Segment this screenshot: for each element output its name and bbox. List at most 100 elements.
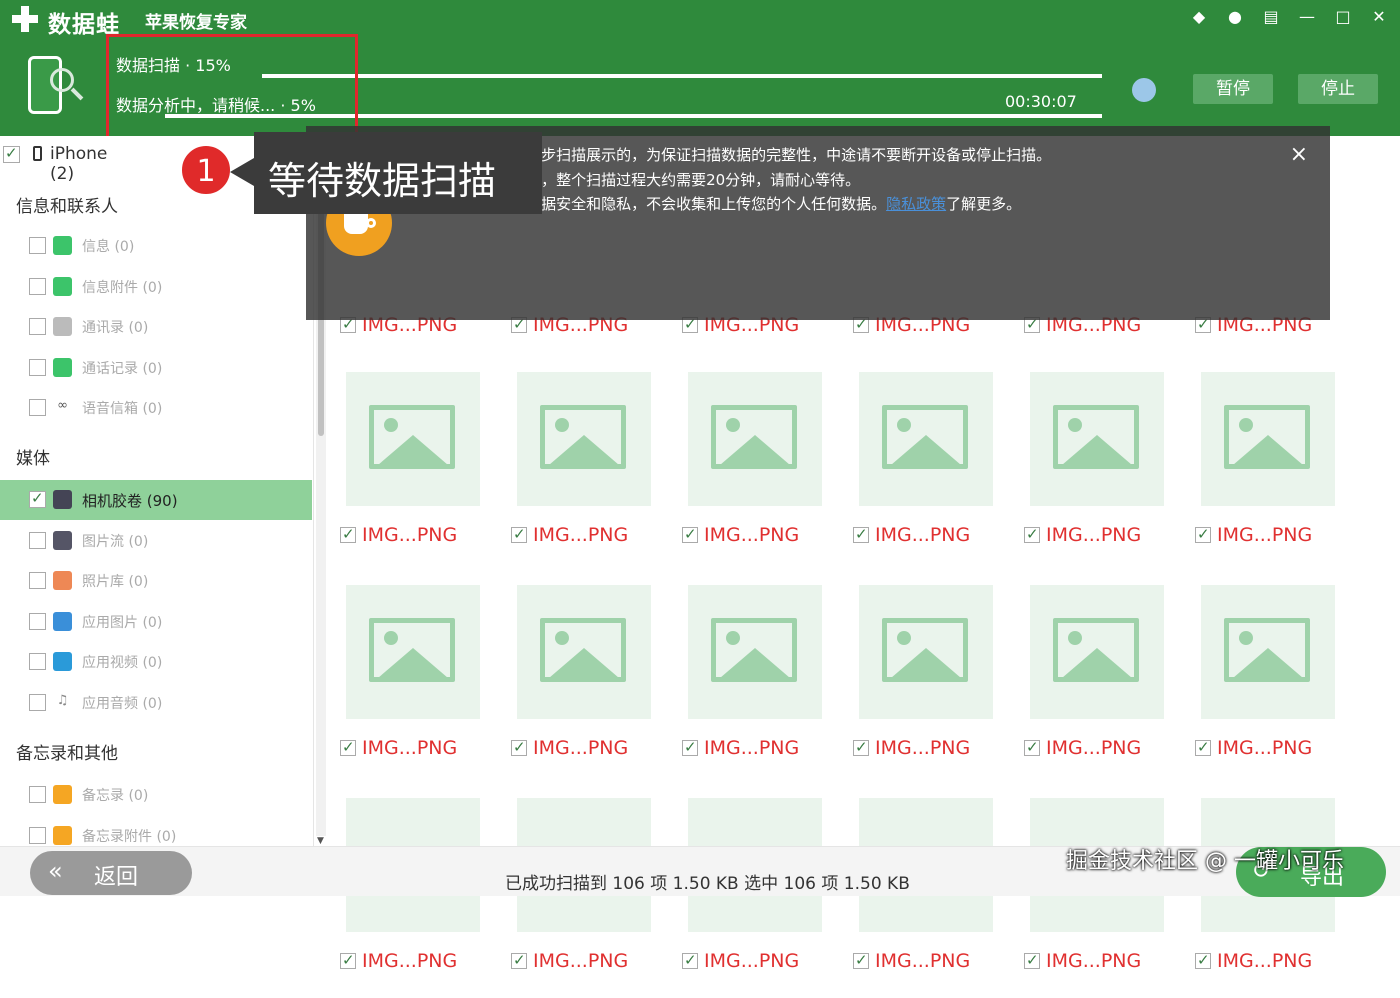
sidebar-item-call-history[interactable]: 通话记录 (0) (0, 348, 312, 388)
photo-checkbox[interactable] (1024, 738, 1040, 756)
chat-icon[interactable]: ● (1224, 6, 1246, 28)
photo-tile[interactable] (517, 585, 651, 719)
photo-tile[interactable] (346, 798, 480, 846)
photo-tile[interactable] (688, 798, 822, 846)
group-title-notes: 备忘录和其他 (16, 744, 118, 764)
photo-caption: IMG...PNG (1024, 950, 1141, 972)
photo-thumbnail-cell[interactable]: IMG...PNG (1010, 372, 1180, 572)
photo-tile[interactable] (1030, 585, 1164, 719)
image-placeholder-icon (1224, 618, 1310, 682)
photo-tile[interactable] (346, 585, 480, 719)
photo-checkbox[interactable] (853, 738, 869, 756)
diamond-icon[interactable]: ◆ (1188, 6, 1210, 28)
photo-checkbox[interactable] (682, 738, 698, 756)
photo-caption: IMG...PNG (511, 524, 628, 546)
photo-checkbox[interactable] (511, 738, 527, 756)
device-checkbox[interactable] (3, 144, 20, 163)
sidebar-item-app-audio[interactable]: ♫ 应用音频 (0) (0, 683, 312, 723)
sidebar-item-camera-roll[interactable]: 相机胶卷 (90) (0, 480, 312, 520)
photo-checkbox[interactable] (682, 951, 698, 969)
photo-caption: IMG...PNG (511, 737, 628, 759)
sidebar-item-photo-stream[interactable]: 图片流 (0) (0, 521, 312, 561)
photo-thumbnail-cell[interactable]: IMG...PNG (497, 372, 667, 572)
photo-checkbox[interactable] (340, 738, 356, 756)
photo-thumbnail-cell[interactable]: IMG...PNG (1181, 585, 1351, 785)
photo-checkbox[interactable] (853, 525, 869, 543)
photo-caption: IMG...PNG (682, 524, 799, 546)
photo-checkbox[interactable] (511, 951, 527, 969)
window-controls: ◆ ● ▤ — □ ✕ (1188, 6, 1390, 28)
sidebar-item-notes[interactable]: 备忘录 (0) (0, 775, 312, 815)
photo-thumbnail-cell[interactable]: IMG...PNG (668, 585, 838, 785)
photo-checkbox[interactable] (1195, 525, 1211, 543)
back-button[interactable]: «返回 (30, 851, 192, 895)
photo-stream-icon (53, 531, 72, 550)
photo-tile[interactable] (1201, 372, 1335, 506)
back-arrow-icon: « (48, 857, 63, 885)
notes-icon (53, 785, 72, 804)
photo-checkbox[interactable] (1195, 951, 1211, 969)
photo-tile[interactable] (1030, 372, 1164, 506)
group-title-messages: 信息和联系人 (16, 197, 118, 217)
sidebar-item-messages[interactable]: 信息 (0) (0, 226, 312, 266)
photo-thumbnail-cell[interactable]: IMG...PNG (1010, 585, 1180, 785)
notes-attachment-icon (53, 826, 72, 845)
sidebar-item-message-attachments[interactable]: 信息附件 (0) (0, 267, 312, 307)
photo-checkbox[interactable] (853, 951, 869, 969)
photo-checkbox[interactable] (511, 525, 527, 543)
photo-thumbnail-cell[interactable]: IMG...PNG (497, 585, 667, 785)
callout-pointer (230, 158, 254, 186)
sidebar-item-app-photos[interactable]: 应用图片 (0) (0, 602, 312, 642)
photo-checkbox[interactable] (1024, 525, 1040, 543)
privacy-policy-link[interactable]: 隐私政策 (886, 195, 946, 213)
music-note-icon: ♫ (53, 693, 72, 712)
info-icon[interactable] (1132, 78, 1156, 102)
photo-checkbox[interactable] (1195, 738, 1211, 756)
sidebar-item-contacts[interactable]: 通讯录 (0) (0, 307, 312, 347)
photo-caption: IMG...PNG (853, 950, 970, 972)
photo-tile[interactable] (1030, 798, 1164, 846)
photo-tile[interactable] (1201, 798, 1335, 846)
stop-button[interactable]: 停止 (1298, 74, 1378, 104)
photo-tile[interactable] (859, 585, 993, 719)
scroll-down-icon[interactable]: ▼ (317, 836, 324, 846)
sidebar-item-voicemail[interactable]: ∞ 语音信箱 (0) (0, 388, 312, 428)
photo-tile[interactable] (859, 798, 993, 846)
feedback-icon[interactable]: ▤ (1260, 6, 1282, 28)
close-icon[interactable]: ✕ (1368, 6, 1390, 28)
photo-thumbnail-cell[interactable]: IMG...PNG (1181, 372, 1351, 572)
sidebar-item-app-videos[interactable]: 应用视频 (0) (0, 642, 312, 682)
photo-thumbnail-cell[interactable]: IMG...PNG (839, 585, 1009, 785)
photo-checkbox[interactable] (1024, 951, 1040, 969)
phone-call-icon (53, 358, 72, 377)
category-sidebar: iPhone (2) 信息和联系人 信息 (0) 信息附件 (0) 通讯录 (0… (0, 136, 314, 846)
image-placeholder-icon (711, 405, 797, 469)
photo-thumbnail-cell[interactable]: IMG...PNG (839, 372, 1009, 572)
magnifier-icon (50, 68, 74, 92)
attachment-icon (53, 277, 72, 296)
photo-tile[interactable] (688, 372, 822, 506)
photo-checkbox[interactable] (340, 951, 356, 969)
photo-tile[interactable] (517, 798, 651, 846)
watermark: 掘金技术社区 @ 一罐小可乐 (1066, 849, 1344, 874)
pause-button[interactable]: 暂停 (1193, 74, 1273, 104)
photo-caption: IMG...PNG (1024, 737, 1141, 759)
tip-close-icon[interactable]: × (1290, 142, 1308, 167)
sidebar-item-notes-attachments[interactable]: 备忘录附件 (0) (0, 816, 312, 846)
photo-checkbox[interactable] (682, 525, 698, 543)
scan-summary: 已成功扫描到 106 项 1.50 KB 选中 106 项 1.50 KB (505, 874, 910, 894)
photo-tile[interactable] (688, 585, 822, 719)
photo-tile[interactable] (859, 372, 993, 506)
photo-tile[interactable] (1201, 585, 1335, 719)
photo-thumbnail-cell[interactable]: IMG...PNG (668, 372, 838, 572)
photo-thumbnail-cell[interactable]: IMG...PNG (326, 372, 496, 572)
maximize-icon[interactable]: □ (1332, 6, 1354, 28)
callout-label: 等待数据扫描 (254, 132, 542, 214)
photo-checkbox[interactable] (340, 525, 356, 543)
sidebar-item-photo-library[interactable]: 照片库 (0) (0, 561, 312, 601)
photo-tile[interactable] (517, 372, 651, 506)
minimize-icon[interactable]: — (1296, 6, 1318, 28)
photo-thumbnail-cell[interactable]: IMG...PNG (326, 585, 496, 785)
image-placeholder-icon (882, 405, 968, 469)
photo-tile[interactable] (346, 372, 480, 506)
